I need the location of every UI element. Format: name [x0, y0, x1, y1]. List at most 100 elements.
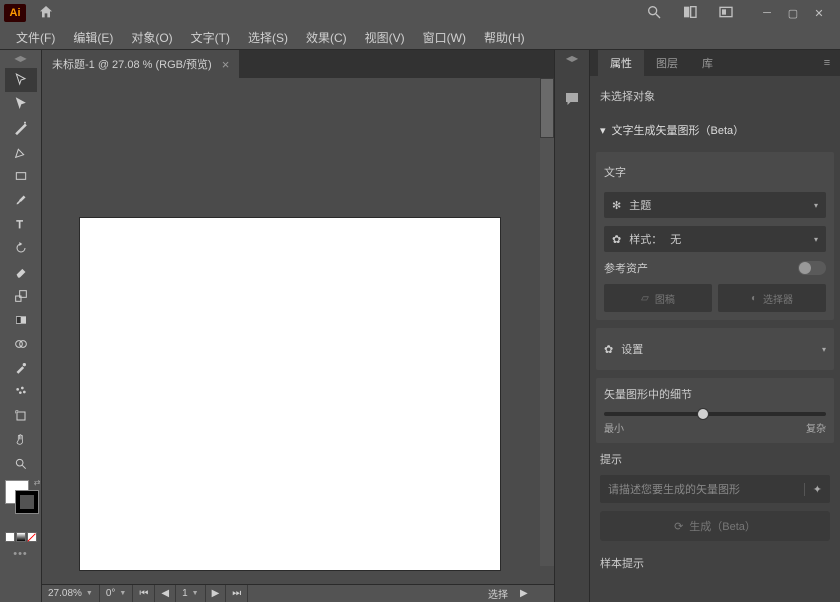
close-button[interactable]: ✕	[806, 0, 832, 26]
panel-menu-icon[interactable]: ≡	[814, 57, 840, 69]
prompt-placeholder: 请描述您要生成的矢量图形	[608, 481, 740, 497]
eyedropper-tool[interactable]	[5, 356, 37, 380]
tool-panel: ◀▶ T ⇄ •••	[0, 50, 42, 602]
style-row[interactable]: ✿ 样式： 无 ▾	[604, 226, 826, 252]
menu-edit[interactable]: 编辑(E)	[65, 27, 121, 48]
minimize-button[interactable]: ─	[754, 0, 780, 26]
gear-icon: ✿	[604, 343, 613, 356]
settings-label: 设置	[621, 341, 643, 357]
close-tab-icon[interactable]: ×	[222, 57, 230, 72]
artboard-number-field[interactable]: 1▼	[176, 585, 206, 602]
chevron-down-icon: ▾	[814, 201, 818, 210]
menu-help[interactable]: 帮助(H)	[476, 27, 533, 48]
slider-min-label: 最小	[604, 420, 624, 435]
slider-thumb[interactable]	[697, 408, 709, 420]
current-tool-label: 选择	[482, 585, 514, 602]
zoom-tool[interactable]	[5, 452, 37, 476]
no-selection-label: 未选择对象	[600, 84, 830, 108]
rotate-field[interactable]: 0°▼	[100, 585, 134, 602]
status-caret[interactable]: ▶	[514, 585, 554, 602]
direct-selection-tool[interactable]	[5, 92, 37, 116]
detail-slider[interactable]	[604, 412, 826, 416]
status-bar: 27.08%▼ 0°▼ ⏮ ◀ 1▼ ▶ ⏭ 选择 ▶	[42, 584, 554, 602]
shape-builder-tool[interactable]	[5, 332, 37, 356]
symbol-sprayer-tool[interactable]	[5, 380, 37, 404]
eraser-tool[interactable]	[5, 260, 37, 284]
gradient-tool[interactable]	[5, 308, 37, 332]
comments-icon[interactable]	[561, 88, 583, 110]
image-button[interactable]: ▱ 图稿	[604, 284, 712, 312]
reference-assets-toggle[interactable]	[798, 261, 826, 275]
tab-properties[interactable]: 属性	[598, 50, 644, 76]
type-tool[interactable]: T	[5, 212, 37, 236]
scale-tool[interactable]	[5, 284, 37, 308]
workspace-switcher-icon[interactable]	[682, 4, 698, 23]
menu-view[interactable]: 视图(V)	[357, 27, 413, 48]
generate-icon: ⟳	[674, 520, 683, 533]
rectangle-tool[interactable]	[5, 164, 37, 188]
search-icon[interactable]	[646, 4, 662, 23]
magic-wand-tool[interactable]	[5, 116, 37, 140]
artboard-tool[interactable]	[5, 404, 37, 428]
menu-effect[interactable]: 效果(C)	[298, 27, 355, 48]
reference-assets-label: 参考资产	[604, 260, 648, 276]
canvas-area: 未标题-1 @ 27.08 % (RGB/预览) × 27.08%▼ 0°▼ ⏮…	[42, 50, 554, 602]
settings-row[interactable]: ✿ 设置 ▾	[604, 336, 826, 362]
artboard-nav-prev[interactable]: ◀	[155, 585, 176, 602]
hand-tool[interactable]	[5, 428, 37, 452]
home-icon[interactable]	[38, 4, 54, 23]
generate-button[interactable]: ⟳ 生成（Beta）	[600, 511, 830, 541]
chevron-down-icon: ▾	[814, 235, 818, 244]
artboard-nav-next[interactable]: ▶	[206, 585, 227, 602]
image-icon: ▱	[641, 293, 649, 304]
mid-collapse-icon[interactable]: ◀▶	[555, 54, 589, 64]
menu-object[interactable]: 对象(O)	[123, 27, 180, 48]
svg-text:T: T	[16, 219, 23, 231]
document-tab-title: 未标题-1 @ 27.08 % (RGB/预览)	[52, 56, 212, 72]
picker-button[interactable]: ◐ 选择器	[718, 284, 826, 312]
menu-file[interactable]: 文件(F)	[8, 27, 63, 48]
selection-tool[interactable]	[5, 68, 37, 92]
auto-prompt-icon[interactable]: ✦	[804, 483, 822, 496]
rotate-tool[interactable]	[5, 236, 37, 260]
slider-max-label: 复杂	[806, 420, 826, 435]
style-label: 样式：	[629, 231, 662, 247]
menu-select[interactable]: 选择(S)	[240, 27, 296, 48]
paintbrush-tool[interactable]	[5, 188, 37, 212]
panel-tabs: 属性 图层 库 ≡	[590, 50, 840, 76]
scrollbar-thumb[interactable]	[540, 78, 554, 138]
menubar: 文件(F) 编辑(E) 对象(O) 文字(T) 选择(S) 效果(C) 视图(V…	[0, 26, 840, 50]
style-value: 无	[670, 231, 681, 247]
picker-icon: ◐	[751, 293, 757, 304]
tab-libraries[interactable]: 库	[690, 50, 725, 76]
menu-window[interactable]: 窗口(W)	[415, 27, 474, 48]
theme-dropdown[interactable]: ✻ 主题 ▾	[604, 192, 826, 218]
menu-type[interactable]: 文字(T)	[183, 27, 238, 48]
zoom-field[interactable]: 27.08%▼	[42, 585, 100, 602]
gear-icon: ✿	[612, 233, 621, 246]
edit-toolbar-icon[interactable]: •••	[13, 548, 28, 560]
document-tab[interactable]: 未标题-1 @ 27.08 % (RGB/预览) ×	[42, 50, 239, 78]
artboard-nav-prev2[interactable]: ⏮	[133, 585, 155, 602]
pen-tool[interactable]	[5, 140, 37, 164]
swap-fill-stroke-icon[interactable]: ⇄	[34, 478, 41, 487]
arrange-documents-icon[interactable]	[718, 4, 734, 23]
document-tabs: 未标题-1 @ 27.08 % (RGB/预览) ×	[42, 50, 554, 78]
panel-collapse-icon[interactable]: ◀▶	[0, 54, 41, 64]
sparkle-icon: ✻	[612, 199, 621, 212]
chevron-down-icon: ▾	[600, 124, 606, 137]
fill-stroke-swatch[interactable]: ⇄	[3, 480, 39, 516]
stroke-color-swatch[interactable]	[15, 490, 39, 514]
section-text-to-vector[interactable]: ▾ 文字生成矢量图形（Beta）	[600, 116, 830, 144]
prompt-input[interactable]: 请描述您要生成的矢量图形 ✦	[600, 475, 830, 503]
mid-dock-strip: ◀▶	[554, 50, 590, 602]
properties-panel: 属性 图层 库 ≡ 未选择对象 ▾ 文字生成矢量图形（Beta） 文字 ✻ 主题…	[590, 50, 840, 602]
maximize-button[interactable]: ▢	[780, 0, 806, 26]
artboard-nav-next2[interactable]: ⏭	[226, 585, 248, 602]
canvas-viewport[interactable]	[42, 78, 554, 584]
vertical-scrollbar[interactable]	[540, 78, 554, 566]
artboard[interactable]	[80, 218, 500, 570]
color-mode-swatches[interactable]	[5, 532, 37, 542]
chevron-down-icon: ▾	[822, 345, 826, 354]
tab-layers[interactable]: 图层	[644, 50, 690, 76]
